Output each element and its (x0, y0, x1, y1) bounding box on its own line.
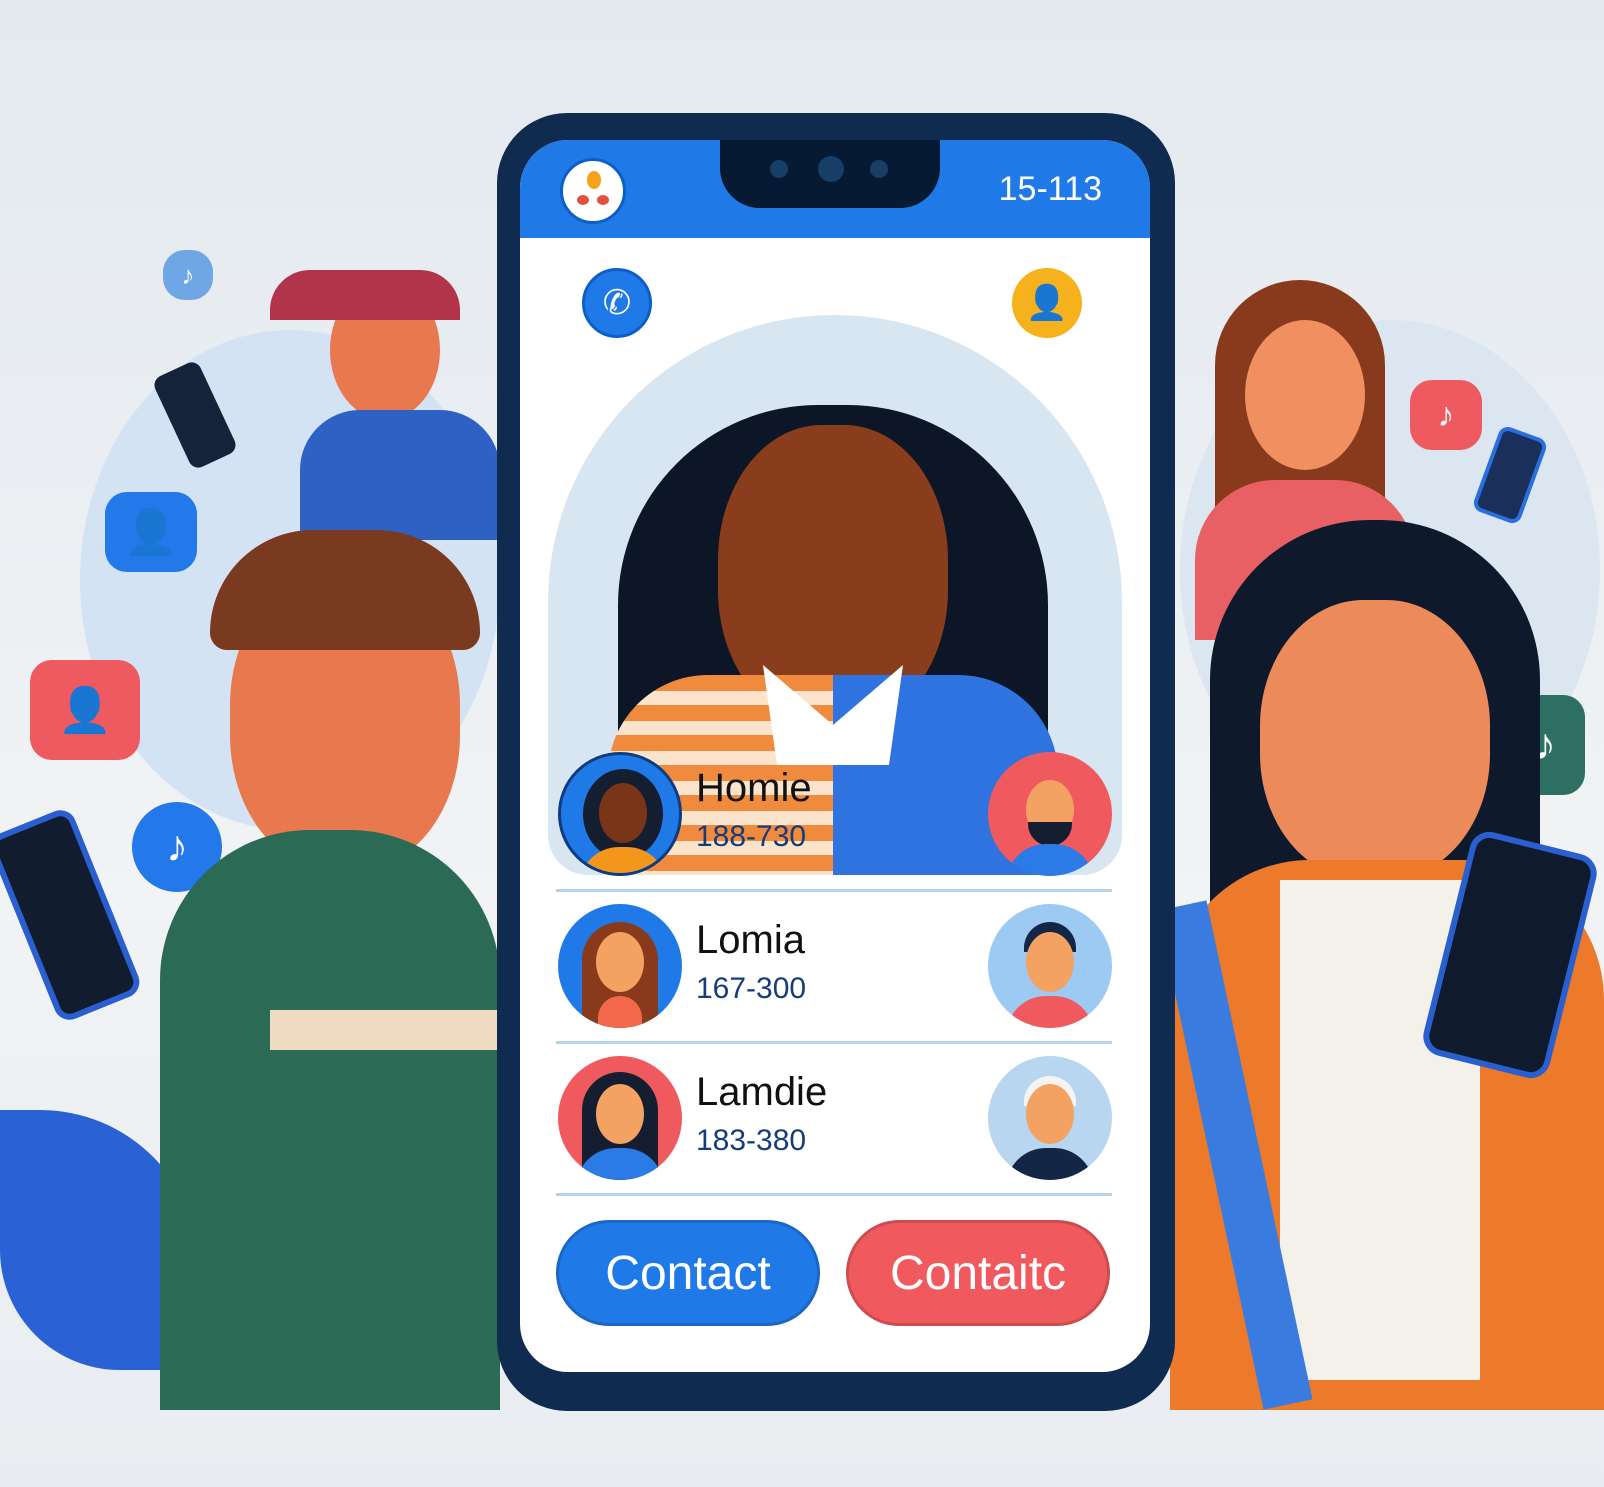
contact-button-secondary[interactable]: Contaitc (846, 1220, 1110, 1326)
sensor-dot (870, 160, 888, 178)
contact-name: Lamdie (696, 1070, 828, 1114)
person-man-left (120, 530, 500, 1410)
status-header: 15-113 (520, 140, 1150, 238)
camera-lens (818, 156, 844, 182)
chat-bubble-icon: ♪ (163, 250, 213, 300)
phone-device: 15-113 ✆ 👤 Homie 188-730 Lomia 167-300 L… (497, 113, 1175, 1411)
user-icon: 👤 (1025, 284, 1069, 322)
contact-row[interactable]: Lamdie 183-380 (556, 1044, 1112, 1196)
app-logo-icon[interactable] (560, 158, 626, 224)
person-cap-left (260, 240, 500, 540)
contact-row[interactable]: Lomia 167-300 (556, 892, 1112, 1044)
contact-row[interactable]: Homie 188-730 (556, 740, 1112, 892)
contact-number: 188-730 (696, 820, 807, 853)
contact-avatar-secondary (988, 1056, 1112, 1180)
contact-name: Lomia (696, 918, 805, 962)
phone-screen: 15-113 ✆ 👤 Homie 188-730 Lomia 167-300 L… (520, 140, 1150, 1372)
contact-number: 183-380 (696, 1124, 807, 1157)
sensor-dot (770, 160, 788, 178)
contact-avatar-secondary (988, 904, 1112, 1028)
contact-avatar (558, 904, 682, 1028)
contact-avatar (558, 1056, 682, 1180)
contact-button-primary[interactable]: Contact (556, 1220, 820, 1326)
contact-name: Homie (696, 766, 812, 810)
contact-avatar-secondary (988, 752, 1112, 876)
profile-button[interactable]: 👤 (1012, 268, 1082, 338)
contact-number: 167-300 (696, 972, 807, 1005)
contact-avatar (558, 752, 682, 876)
phone-icon: ✆ (602, 284, 632, 322)
status-time: 15-113 (998, 170, 1102, 208)
call-button[interactable]: ✆ (582, 268, 652, 338)
camera-notch (720, 140, 940, 208)
